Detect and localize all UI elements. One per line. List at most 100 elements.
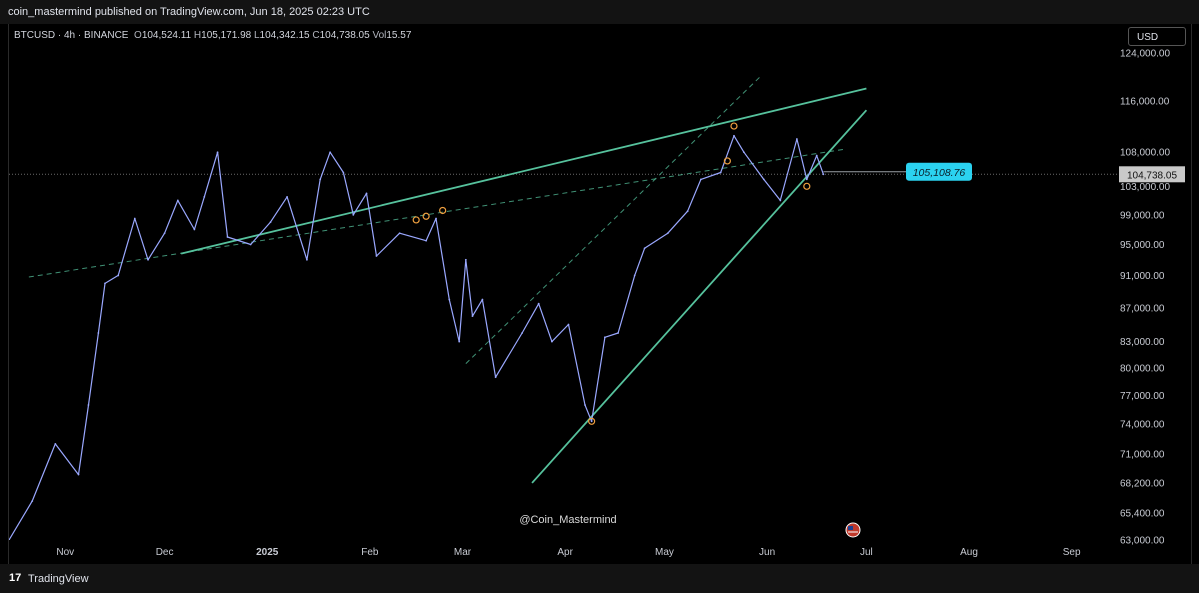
pivot-marker: [412, 216, 420, 224]
price-point: [666, 232, 669, 235]
x-tick-label: Feb: [361, 547, 379, 558]
price-point: [216, 151, 219, 154]
pivot-marker: [730, 122, 738, 130]
price-point: [617, 332, 620, 334]
pivot-marker: [803, 182, 811, 190]
price-point: [643, 247, 646, 250]
price-point: [471, 315, 474, 318]
x-tick-label: Sep: [1063, 547, 1081, 558]
low-value: 104,342.15: [259, 30, 310, 41]
open-value: 104,524.11: [141, 30, 192, 41]
y-tick-label: 124,000.00: [1120, 48, 1170, 59]
high-value: 105,171.98: [201, 30, 252, 41]
price-point: [815, 154, 818, 157]
price-point: [779, 199, 782, 202]
price-point: [133, 217, 136, 220]
volume-key: Vol: [372, 30, 387, 41]
price-point: [743, 151, 745, 154]
trendline-solid: [531, 109, 868, 484]
price-point: [87, 404, 90, 406]
price-point: [795, 138, 798, 140]
price-point: [329, 151, 332, 154]
price-point: [603, 336, 606, 339]
volume-value: 15.57: [386, 30, 412, 41]
price-label-text: 105,108.76: [913, 167, 966, 179]
trendline-dashed: [28, 148, 847, 278]
price-point: [269, 221, 272, 224]
x-tick-label: Nov: [56, 547, 74, 558]
price-point: [435, 217, 437, 220]
price-point: [176, 199, 179, 202]
price-point: [699, 178, 702, 181]
y-tick-label: 71,000.00: [1120, 449, 1165, 460]
price-point: [733, 134, 735, 137]
last-price-text: 104,738.05: [1127, 170, 1177, 181]
price-point: [203, 195, 206, 198]
open-key: O: [134, 30, 142, 41]
price-point: [352, 213, 355, 216]
flag-canton: [848, 526, 853, 530]
tradingview-logo-icon[interactable]: 17: [9, 572, 21, 584]
x-tick-label: Dec: [156, 547, 174, 558]
y-tick-label: 87,000.00: [1120, 303, 1165, 314]
price-point: [104, 282, 106, 285]
trendline-solid: [180, 87, 867, 255]
price-point: [163, 232, 166, 235]
price-point: [97, 332, 100, 334]
y-tick-label: 103,000.00: [1120, 182, 1170, 193]
x-tick-label: Jun: [759, 547, 775, 558]
price-point: [31, 500, 34, 503]
x-tick-label: Aug: [960, 547, 978, 558]
price-point: [147, 258, 149, 261]
us-flag-icon: [845, 522, 861, 538]
price-point: [686, 210, 689, 213]
x-tick-label: Apr: [557, 547, 573, 558]
y-tick-label: 77,000.00: [1120, 391, 1165, 402]
currency-button[interactable]: USD: [1128, 27, 1186, 46]
y-tick-label: 68,200.00: [1120, 478, 1165, 489]
plot-area: [9, 76, 1118, 540]
price-point: [464, 258, 467, 261]
price-point: [481, 298, 484, 301]
y-tick-label: 91,000.00: [1120, 271, 1165, 282]
price-point: [537, 302, 540, 305]
price-point: [226, 236, 229, 238]
y-tick-label: 99,000.00: [1120, 210, 1165, 221]
ohlc-legend: BTCUSD · 4h · BINANCE O104,524.11 H105,1…: [14, 30, 411, 41]
price-point: [762, 178, 765, 181]
y-tick-label: 83,000.00: [1120, 337, 1165, 348]
price-point: [805, 178, 808, 181]
y-tick-label: 63,000.00: [1120, 536, 1165, 547]
price-point: [425, 239, 428, 242]
price-point: [398, 232, 401, 235]
close-key: C: [312, 30, 320, 41]
price-point: [567, 323, 570, 326]
price-chart[interactable]: 63,000.00 65,400.00 68,200.00 71,000.00 74,0…: [0, 0, 1199, 593]
price-point: [822, 173, 825, 176]
x-tick-label: 2025: [256, 547, 279, 558]
price-point: [306, 258, 308, 261]
y-tick-label: 80,000.00: [1120, 364, 1165, 375]
price-point: [458, 340, 461, 343]
price-point: [249, 243, 252, 246]
price-point: [342, 171, 345, 174]
price-point: [633, 274, 636, 277]
y-tick-label: 65,400.00: [1120, 509, 1165, 520]
price-point: [551, 340, 553, 343]
x-tick-label: Mar: [454, 547, 472, 558]
price-point: [494, 376, 497, 379]
trendline-dashed: [465, 76, 761, 365]
price-point: [590, 420, 593, 423]
price-point: [448, 298, 451, 301]
price-point: [9, 539, 10, 540]
y-tick-label: 108,000.00: [1120, 148, 1170, 159]
symbol-label: BTCUSD · 4h · BINANCE: [14, 30, 129, 41]
y-tick-label: 116,000.00: [1120, 96, 1170, 107]
watermark-text: @Coin_Mastermind: [519, 514, 616, 526]
x-tick-label: Jul: [860, 547, 873, 558]
tradingview-brand[interactable]: TradingView: [28, 573, 89, 585]
price-point: [117, 274, 120, 277]
footer-bar: 17 TradingView: [0, 564, 1199, 593]
price-point: [375, 255, 378, 257]
price-point: [54, 443, 57, 445]
